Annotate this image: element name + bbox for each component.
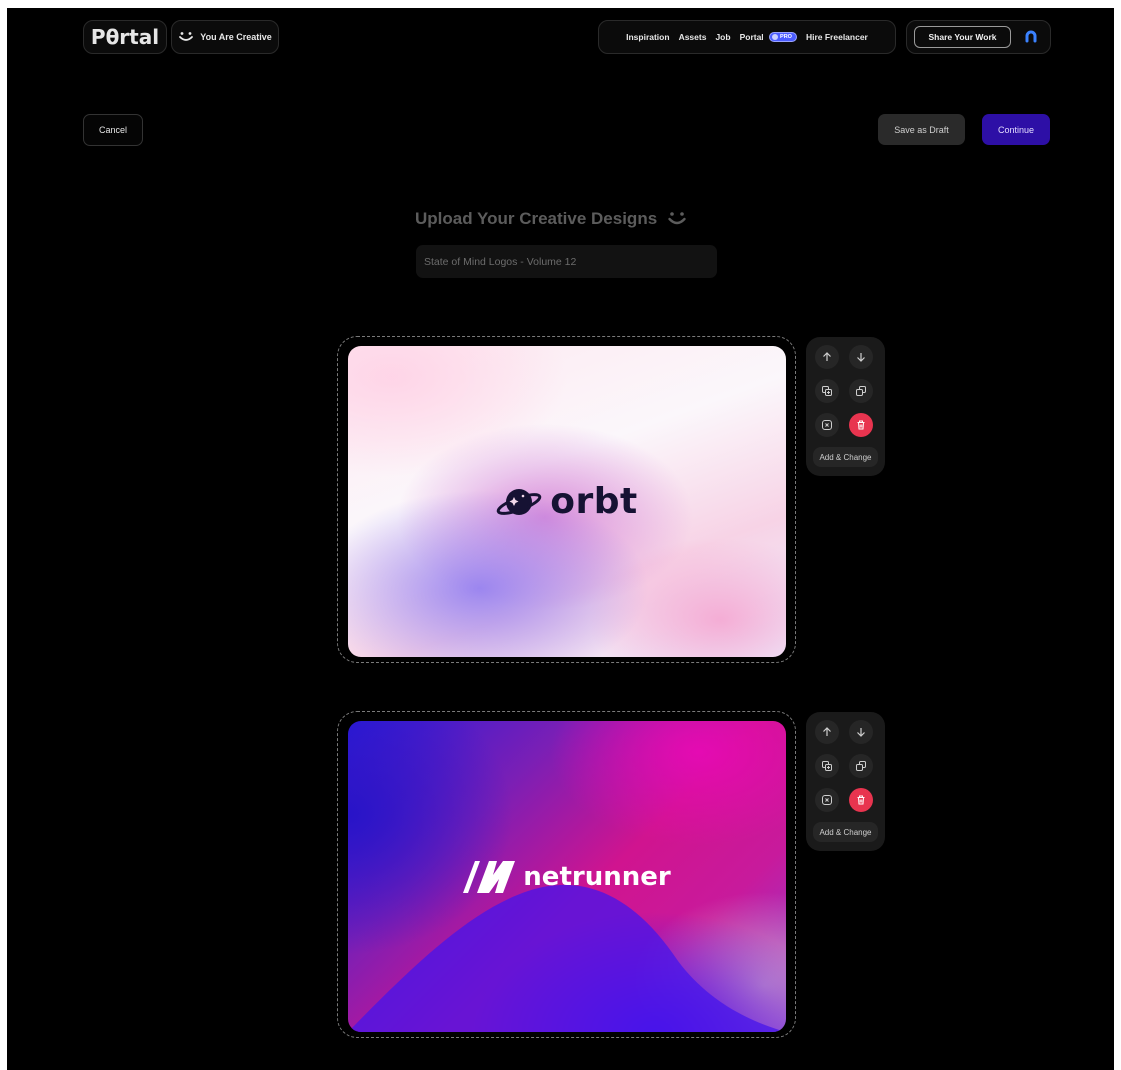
move-down-button[interactable] bbox=[849, 345, 873, 369]
smile-icon bbox=[179, 32, 194, 41]
logo-text: Pθrtal bbox=[90, 25, 160, 49]
arrow-down-icon bbox=[857, 353, 865, 362]
remove-button[interactable] bbox=[815, 788, 839, 812]
design-image-netrunner[interactable]: netrunner bbox=[348, 721, 786, 1032]
remove-button[interactable] bbox=[815, 413, 839, 437]
share-group: Share Your Work bbox=[906, 20, 1051, 54]
main-nav: Inspiration Assets Job Portal PRO Hire F… bbox=[598, 20, 896, 54]
duplicate-icon bbox=[856, 761, 866, 771]
page-title: Upload Your Creative Designs bbox=[415, 207, 725, 231]
move-down-button[interactable] bbox=[849, 720, 873, 744]
pro-badge: PRO bbox=[769, 32, 797, 43]
cancel-button[interactable]: Cancel bbox=[83, 114, 143, 146]
delete-button[interactable] bbox=[849, 413, 873, 437]
duplicate-button[interactable] bbox=[849, 754, 873, 778]
smile-icon bbox=[668, 212, 686, 225]
nav-portal-label: Portal bbox=[739, 31, 764, 42]
portal-logo[interactable]: Pθrtal bbox=[83, 20, 167, 54]
card-1-tools: Add & Change bbox=[806, 337, 885, 476]
trash-icon bbox=[857, 795, 865, 805]
upload-card-2: netrunner bbox=[337, 711, 796, 1038]
netrunner-mark-icon bbox=[463, 860, 516, 893]
tagline-pill[interactable]: You Are Creative bbox=[171, 20, 279, 54]
nav-job[interactable]: Job bbox=[715, 32, 730, 42]
duplicate-icon bbox=[856, 386, 866, 396]
netrunner-logo: netrunner bbox=[348, 721, 786, 1032]
move-up-button[interactable] bbox=[815, 345, 839, 369]
project-title-input[interactable]: State of Mind Logos - Volume 12 bbox=[416, 245, 717, 278]
nav-hire-freelancer[interactable]: Hire Freelancer bbox=[806, 32, 868, 42]
copy-button[interactable] bbox=[815, 379, 839, 403]
duplicate-button[interactable] bbox=[849, 379, 873, 403]
close-icon bbox=[822, 795, 832, 805]
save-draft-button[interactable]: Save as Draft bbox=[878, 114, 965, 145]
copy-button[interactable] bbox=[815, 754, 839, 778]
arrow-up-icon bbox=[823, 352, 831, 361]
move-up-button[interactable] bbox=[815, 720, 839, 744]
add-change-button[interactable]: Add & Change bbox=[813, 447, 878, 467]
user-icon[interactable] bbox=[1024, 29, 1038, 43]
pro-badge-label: PRO bbox=[780, 34, 792, 41]
upload-card-1: orbt bbox=[337, 336, 796, 663]
page-title-text: Upload Your Creative Designs bbox=[415, 209, 658, 228]
delete-button[interactable] bbox=[849, 788, 873, 812]
planet-logo-icon bbox=[496, 488, 542, 515]
nav-portal[interactable]: Portal PRO bbox=[740, 32, 797, 43]
arrow-down-icon bbox=[857, 728, 865, 737]
arrow-up-icon bbox=[823, 727, 831, 736]
continue-button[interactable]: Continue bbox=[982, 114, 1050, 145]
orbt-logo-text: orbt bbox=[550, 481, 638, 522]
netrunner-logo-text: netrunner bbox=[523, 861, 671, 892]
share-work-button[interactable]: Share Your Work bbox=[914, 26, 1011, 48]
card-2-tools: Add & Change bbox=[806, 712, 885, 851]
trash-icon bbox=[857, 420, 865, 430]
orbt-logo: orbt bbox=[348, 346, 786, 657]
nav-inspiration[interactable]: Inspiration bbox=[626, 32, 669, 42]
copy-icon bbox=[822, 761, 832, 771]
tagline-text: You Are Creative bbox=[200, 32, 272, 42]
design-image-orbt[interactable]: orbt bbox=[348, 346, 786, 657]
pro-dot-icon bbox=[772, 34, 779, 41]
copy-icon bbox=[822, 386, 832, 396]
add-change-button[interactable]: Add & Change bbox=[813, 822, 878, 842]
close-icon bbox=[822, 420, 832, 430]
nav-assets[interactable]: Assets bbox=[679, 32, 707, 42]
app-frame: Pθrtal You Are Creative Inspiration Asse… bbox=[7, 8, 1114, 1070]
